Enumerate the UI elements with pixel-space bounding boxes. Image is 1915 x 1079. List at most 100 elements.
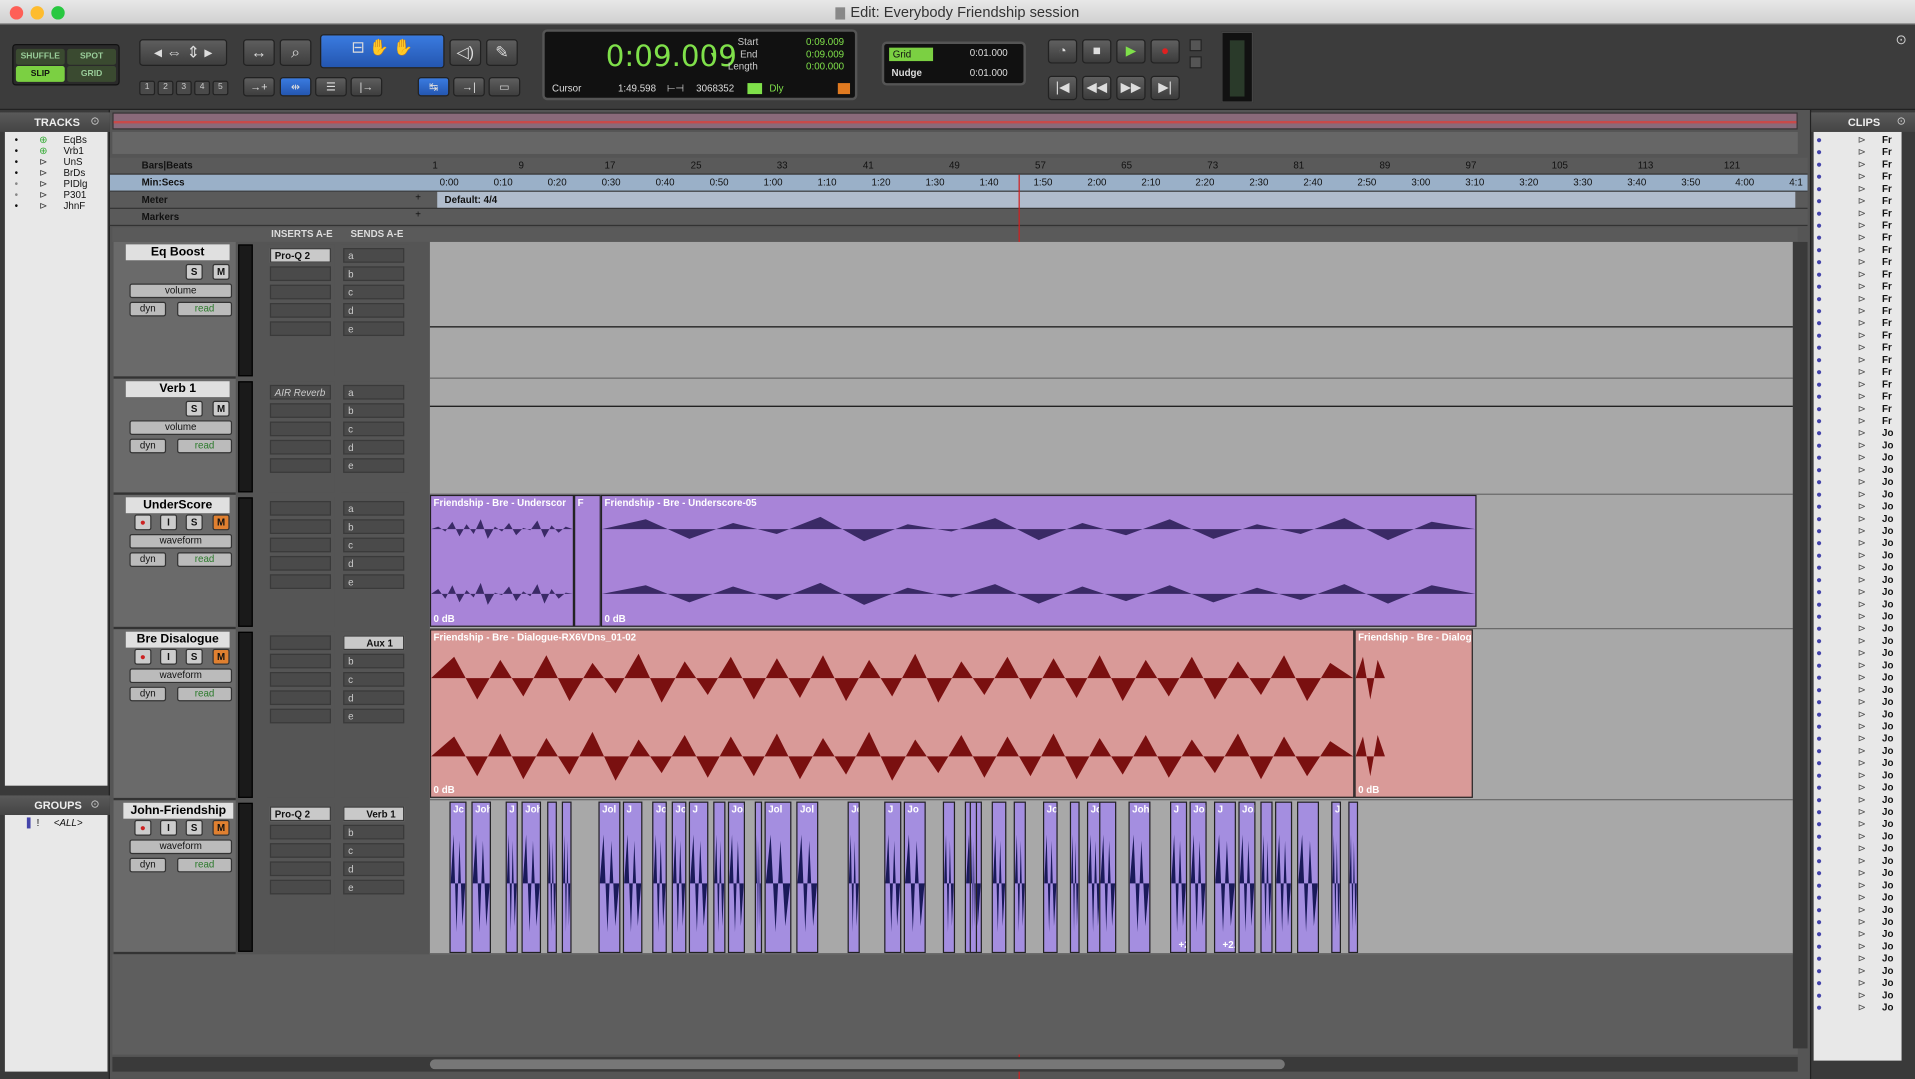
track-list-item[interactable]: • ⊳ UnS: [5, 156, 115, 167]
clip-list-item[interactable]: ● ⊳ Fr: [1814, 147, 1902, 158]
send-slot-c[interactable]: c: [343, 672, 405, 687]
scroll-option-button[interactable]: →|: [453, 76, 485, 97]
audio-clip[interactable]: F: [574, 494, 601, 627]
insert-slot-b[interactable]: [269, 403, 331, 418]
audio-clip[interactable]: Jol: [598, 801, 621, 954]
track-lane-bre-disalogue[interactable]: Friendship - Bre - Dialogue-RX6VDns_01-0…: [429, 629, 1793, 801]
automation-mode-selector[interactable]: read: [177, 857, 233, 873]
track-lane-underscore[interactable]: Friendship - Bre - Underscor 0 dB F Frie…: [429, 494, 1793, 630]
clip-list-item[interactable]: ● ⊳ Jo: [1814, 941, 1902, 952]
insert-slot-b[interactable]: [269, 266, 331, 282]
clip-list-item[interactable]: ● ⊳ Jo: [1814, 929, 1902, 940]
send-slot-e[interactable]: e: [343, 708, 405, 724]
clip-gain[interactable]: 0 dB: [434, 613, 455, 624]
automation-mode-selector[interactable]: read: [177, 552, 233, 567]
audio-clip[interactable]: [1348, 801, 1359, 954]
send-slot-a[interactable]: a: [343, 248, 405, 263]
track-view-selector[interactable]: waveform: [129, 668, 233, 684]
clip-list-item[interactable]: ● ⊳ Fr: [1814, 183, 1902, 194]
close-window-button[interactable]: [9, 6, 24, 20]
track-list-item[interactable]: • ⊳ JhnF: [5, 200, 115, 211]
insert-slot-e[interactable]: [269, 321, 331, 337]
clip-list-item[interactable]: ● ⊳ Jo: [1814, 440, 1902, 451]
insert-slot-c[interactable]: [269, 843, 331, 858]
add-meter-icon[interactable]: +: [415, 192, 421, 203]
insert-slot-d[interactable]: [269, 690, 331, 706]
automation-mode-selector[interactable]: read: [177, 301, 233, 317]
clip-list-item[interactable]: ● ⊳ Jo: [1814, 477, 1902, 488]
clip-list-item[interactable]: ● ⊳ Jo: [1814, 452, 1902, 463]
clip-list-item[interactable]: ● ⊳ Jo: [1814, 990, 1902, 1001]
clip-list-item[interactable]: ● ⊳ Jo: [1814, 550, 1902, 561]
start-value[interactable]: 0:09.009: [806, 37, 844, 48]
online-button[interactable]: ◔: [1047, 39, 1078, 64]
send-slot-e[interactable]: e: [343, 574, 405, 589]
clip-list-item[interactable]: ● ⊳ Jo: [1814, 660, 1902, 671]
shuffle-mode-button[interactable]: SHUFFLE: [15, 48, 65, 65]
insert-slot-a[interactable]: Pro-Q 2: [269, 248, 331, 263]
clip-list-item[interactable]: ● ⊳ Fr: [1814, 134, 1902, 145]
spot-mode-button[interactable]: SPOT: [67, 48, 117, 65]
audio-clip[interactable]: Friendship - Bre - Underscor 0 dB: [429, 494, 575, 627]
clip-list-item[interactable]: ● ⊳ Fr: [1814, 220, 1902, 231]
meter-default-marker[interactable]: Default: 4/4: [437, 191, 1796, 208]
mute-button[interactable]: M: [212, 819, 230, 836]
zoom-buttons[interactable]: ◂ ⇔ ⇕ ▸: [139, 39, 228, 66]
scrollbar-thumb[interactable]: [429, 1059, 1285, 1070]
loop-record-toggle[interactable]: [1189, 39, 1202, 52]
send-slot-c[interactable]: c: [343, 843, 405, 858]
go-to-end-button[interactable]: ▶|: [1150, 75, 1180, 101]
insert-slot-e[interactable]: [269, 708, 331, 724]
record-arm-button[interactable]: ●: [134, 819, 152, 836]
track-list-item[interactable]: • ⊕ EqBs: [5, 134, 115, 145]
clip-list-item[interactable]: ● ⊳ Jo: [1814, 916, 1902, 927]
minimize-window-button[interactable]: [30, 6, 44, 20]
clip-list-item[interactable]: ● ⊳ Jo: [1814, 721, 1902, 732]
main-counter-value[interactable]: 0:09.009: [606, 39, 737, 73]
send-slot-d[interactable]: d: [343, 555, 405, 571]
audio-clip[interactable]: [1013, 801, 1026, 954]
insert-slot-a[interactable]: [269, 635, 331, 651]
clip-list-item[interactable]: ● ⊳ Fr: [1814, 354, 1902, 365]
clip-list-item[interactable]: ● ⊳ Jo: [1814, 672, 1902, 683]
send-slot-d[interactable]: d: [343, 439, 405, 455]
insert-slot-d[interactable]: [269, 555, 331, 571]
markers-ruler[interactable]: Markers +: [109, 208, 1808, 227]
audio-clip[interactable]: Jo: [671, 801, 687, 954]
volume-automation-line[interactable]: [429, 405, 1793, 407]
mute-button[interactable]: M: [212, 648, 230, 665]
audio-clip[interactable]: John: [652, 801, 667, 954]
nudge-value[interactable]: 0:01.000: [970, 67, 1008, 78]
play-button[interactable]: ▶: [1116, 39, 1146, 64]
insert-slot-d[interactable]: [269, 303, 331, 318]
audio-clip[interactable]: Joh: [1238, 801, 1256, 954]
insert-slot-a[interactable]: AIR Reverb: [269, 384, 331, 400]
clip-list-item[interactable]: ● ⊳ Fr: [1814, 244, 1902, 255]
clip-list-item[interactable]: ● ⊳ Jo: [1814, 965, 1902, 976]
vertical-scrollbar[interactable]: [1792, 241, 1808, 1049]
clip-list-item[interactable]: ● ⊳ Fr: [1814, 281, 1902, 292]
record-arm-button[interactable]: ●: [134, 514, 152, 531]
insert-slot-e[interactable]: [269, 574, 331, 589]
audio-clip[interactable]: J: [884, 801, 902, 954]
insert-slot-c[interactable]: [269, 672, 331, 687]
automation-mode-selector[interactable]: read: [177, 438, 233, 454]
clip-list-item[interactable]: ● ⊳ Fr: [1814, 196, 1902, 207]
audio-clip[interactable]: Joh: [471, 801, 491, 954]
send-slot-d[interactable]: d: [343, 690, 405, 706]
clip-list-item[interactable]: ● ⊳ Fr: [1814, 159, 1902, 170]
track-lane-eq-boost[interactable]: [429, 241, 1793, 379]
add-marker-icon[interactable]: +: [415, 209, 421, 220]
track-name[interactable]: Bre Disalogue: [125, 631, 230, 648]
groups-menu-chevron-icon[interactable]: ⊙: [90, 798, 99, 811]
audio-clip[interactable]: [1275, 801, 1293, 954]
audio-clip[interactable]: [1099, 801, 1117, 954]
send-slot-b[interactable]: b: [343, 653, 405, 669]
stop-button[interactable]: ■: [1082, 39, 1112, 64]
clip-list-item[interactable]: ● ⊳ Jo: [1814, 501, 1902, 512]
send-slot-a[interactable]: Verb 1: [343, 806, 405, 822]
send-slot-d[interactable]: d: [343, 303, 405, 318]
audio-clip[interactable]: J +2.6: [1213, 801, 1236, 954]
track-name[interactable]: John-Friendship: [123, 802, 234, 819]
clip-list-item[interactable]: ● ⊳ Jo: [1814, 635, 1902, 646]
